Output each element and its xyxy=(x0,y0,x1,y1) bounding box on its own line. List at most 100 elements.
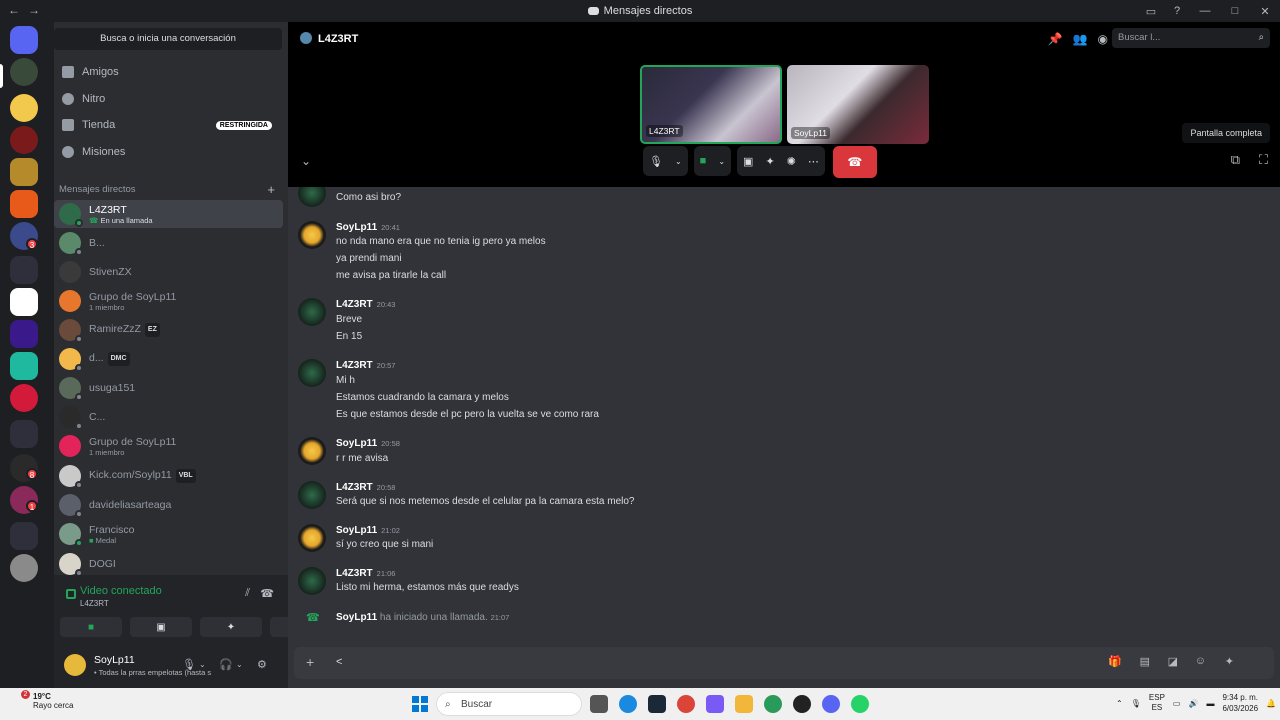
message-author[interactable]: L4Z3RT xyxy=(336,482,373,493)
minimize-button[interactable]: — xyxy=(1190,0,1220,22)
screen-share-button[interactable]: ▣ xyxy=(130,617,192,637)
chevron-down-icon[interactable]: ⌄ xyxy=(718,157,725,166)
message-author[interactable]: SoyLp11 xyxy=(336,222,377,233)
start-button[interactable] xyxy=(412,696,428,712)
message-author[interactable]: L4Z3RT xyxy=(336,568,373,579)
dm-item[interactable]: RamireZzZ EZ xyxy=(54,316,283,344)
headphones-options-chevron-icon[interactable]: ⌄ xyxy=(236,660,243,669)
app-dark-icon[interactable] xyxy=(793,695,811,713)
discord-icon[interactable] xyxy=(822,695,840,713)
server-teal-icon[interactable] xyxy=(10,352,38,380)
emoji-icon[interactable]: ☺ xyxy=(1195,655,1206,667)
copilot-icon[interactable] xyxy=(706,695,724,713)
dm-search-button[interactable]: Busca o inicia una conversación xyxy=(54,28,282,50)
nav-nitro[interactable]: Nitro xyxy=(54,87,282,111)
soundboard-icon[interactable]: ✺ xyxy=(787,155,796,168)
activities-icon[interactable]: ✦ xyxy=(765,155,774,168)
taskbar-search[interactable]: ⌕ Buscar xyxy=(436,692,582,716)
chevron-up-icon[interactable]: ⌃ xyxy=(1116,699,1123,708)
dm-item[interactable]: Grupo de SoyLp11 1 miembro xyxy=(54,287,283,315)
clock[interactable]: 9:34 p. m. 6/03/2026 xyxy=(1222,692,1258,714)
server-brown-icon[interactable] xyxy=(10,158,38,186)
server-play-icon[interactable] xyxy=(10,384,38,412)
whatsapp-icon[interactable] xyxy=(851,695,869,713)
file-explorer-icon[interactable] xyxy=(735,695,753,713)
folder-gray-icon[interactable] xyxy=(10,522,38,550)
battery-icon[interactable]: ▬ xyxy=(1206,699,1214,708)
apps-icon[interactable]: ✦ xyxy=(1225,655,1234,668)
dm-item[interactable]: B... xyxy=(54,229,283,257)
gift-icon[interactable]: 🎁 xyxy=(1108,655,1122,668)
message-author[interactable]: SoyLp11 xyxy=(336,525,377,536)
system-author[interactable]: SoyLp11 xyxy=(336,612,377,623)
help-icon[interactable]: ? xyxy=(1164,0,1190,22)
search-input[interactable]: Buscar l... ⌕ xyxy=(1112,28,1270,48)
steam-icon[interactable] xyxy=(648,695,666,713)
edge-icon[interactable] xyxy=(619,695,637,713)
user-avatar[interactable] xyxy=(64,654,86,676)
chevron-down-icon[interactable]: ⌄ xyxy=(675,157,682,166)
chrome-icon[interactable] xyxy=(677,695,695,713)
call-header-name[interactable]: L4Z3RT xyxy=(318,33,358,45)
pin-icon[interactable]: 📌 xyxy=(1048,32,1063,46)
composer-input[interactable]: < xyxy=(336,656,342,668)
weather-widget[interactable]: 19°C Rayo cerca xyxy=(33,692,73,710)
server-cat-icon[interactable] xyxy=(10,554,38,582)
server-orange-icon[interactable] xyxy=(10,190,38,218)
activities-button[interactable]: ✦ xyxy=(200,617,262,637)
user-name[interactable]: SoyLp11 xyxy=(94,654,135,666)
server-premiere-icon[interactable] xyxy=(10,320,38,348)
message-author[interactable]: L4Z3RT xyxy=(336,299,373,310)
add-attachment-icon[interactable]: + xyxy=(306,654,314,670)
video-tile[interactable]: SoyLp11 xyxy=(787,65,929,144)
folder-purple-icon[interactable] xyxy=(10,256,38,284)
gear-icon[interactable]: ⚙ xyxy=(257,658,267,671)
folder-green-icon[interactable] xyxy=(10,420,38,448)
noise-suppression-icon[interactable]: ⫽ xyxy=(245,587,250,600)
disconnect-icon[interactable]: ☎ xyxy=(260,587,274,600)
mic-icon[interactable]: 🎙 xyxy=(649,155,663,168)
hang-up-button[interactable]: ☎ xyxy=(832,146,877,178)
add-friends-icon[interactable]: 👥 xyxy=(1073,32,1088,46)
language-indicator[interactable]: ESP ES xyxy=(1149,693,1165,713)
dm-item[interactable]: usuga151 xyxy=(54,374,283,402)
sticker-icon[interactable]: ◪ xyxy=(1168,655,1178,668)
fullscreen-icon[interactable]: ⛶ xyxy=(1259,152,1268,168)
dm-item[interactable]: DOGI xyxy=(54,550,283,578)
voice-channel[interactable]: L4Z3RT xyxy=(80,599,109,608)
mic-icon[interactable]: 🎙 xyxy=(182,658,196,671)
dm-item[interactable]: d... DMC xyxy=(54,345,283,373)
inbox-icon[interactable]: ▭ xyxy=(1138,0,1164,22)
volume-icon[interactable]: 🔊 xyxy=(1188,699,1198,708)
dm-item[interactable]: davideliasarteaga xyxy=(54,491,283,519)
dm-item[interactable]: Francisco ■ Medal xyxy=(54,520,283,548)
collapse-chevron-icon[interactable]: ⌄ xyxy=(301,154,311,168)
network-icon[interactable]: ▭ xyxy=(1173,699,1181,708)
home-discord-icon[interactable] xyxy=(10,26,38,54)
video-tile[interactable]: L4Z3RT xyxy=(640,65,782,144)
close-button[interactable]: ✕ xyxy=(1250,0,1280,22)
nav-store[interactable]: Tienda RESTRINGIDA xyxy=(54,113,282,137)
server-star-icon[interactable] xyxy=(10,94,38,122)
chrome-profile-icon[interactable] xyxy=(764,695,782,713)
gif-icon[interactable]: ▤ xyxy=(1140,655,1150,668)
dm-avatar-server[interactable] xyxy=(10,58,38,86)
user-profile-icon[interactable]: ◉ xyxy=(1098,32,1108,46)
headphones-icon[interactable]: 🎧 xyxy=(219,658,233,671)
maximize-button[interactable]: □ xyxy=(1220,0,1250,22)
dm-item[interactable]: StivenZX xyxy=(54,258,283,286)
mic-options-chevron-icon[interactable]: ⌄ xyxy=(199,660,206,669)
dm-item[interactable]: Grupo de SoyLp11 1 miembro xyxy=(54,432,283,460)
create-dm-icon[interactable]: + xyxy=(267,182,275,197)
camera-button[interactable]: ■ xyxy=(60,617,122,637)
server-mako-icon[interactable] xyxy=(10,288,38,316)
screen-share-icon[interactable]: ▣ xyxy=(743,155,753,168)
dm-item[interactable]: L4Z3RT ☎ En una llamada xyxy=(54,200,283,228)
popout-icon[interactable]: ⧉ xyxy=(1231,152,1240,168)
message-author[interactable]: L4Z3RT xyxy=(336,360,373,371)
mic-icon[interactable]: 🎙 xyxy=(1131,699,1141,708)
nav-friends[interactable]: Amigos xyxy=(54,60,282,84)
server-red-icon[interactable] xyxy=(10,126,38,154)
message-composer[interactable]: + < 🎁 ▤ ◪ ☺ ✦ xyxy=(294,647,1274,679)
more-icon[interactable]: ⋯ xyxy=(808,155,819,168)
